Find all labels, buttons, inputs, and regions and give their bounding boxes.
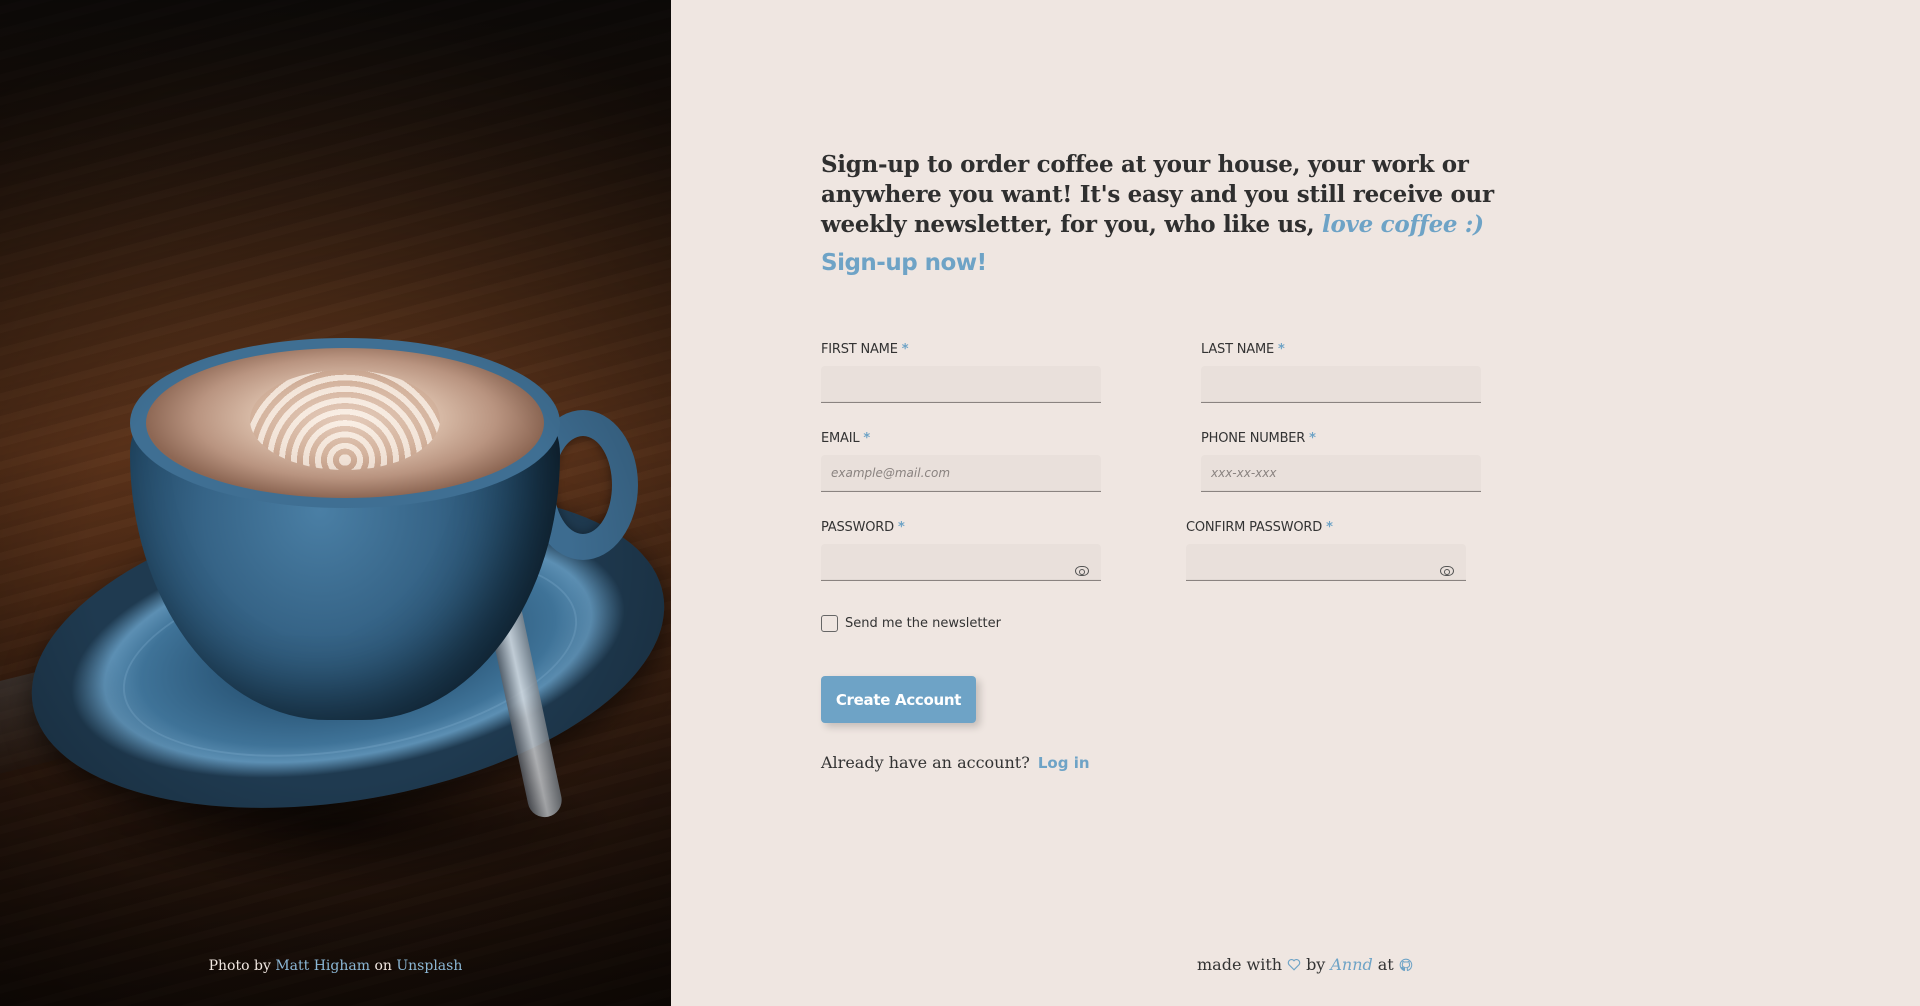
footer-at: at (1377, 955, 1394, 974)
password-label: PASSWORD * (821, 520, 905, 535)
required-marker: * (1278, 342, 1285, 357)
newsletter-option: Send me the newsletter (821, 615, 1001, 632)
first-name-label: FIRST NAME * (821, 342, 909, 357)
signup-content: Sign-up to order coffee at your house, y… (821, 150, 1541, 772)
intro-text: Sign-up to order coffee at your house, y… (821, 150, 1541, 240)
newsletter-label: Send me the newsletter (845, 616, 1001, 631)
create-account-button[interactable]: Create Account (821, 676, 976, 723)
login-prompt: Already have an account? Log in (821, 753, 1090, 772)
photo-vignette (0, 0, 671, 1006)
first-name-field: FIRST NAME * (821, 342, 1101, 403)
photo-author-link[interactable]: Matt Higham (275, 958, 370, 974)
footer-author-link[interactable]: Annd (1330, 955, 1372, 974)
photo-credit-on: on (374, 958, 392, 974)
required-marker: * (863, 431, 871, 446)
last-name-input[interactable] (1201, 366, 1481, 403)
last-name-label: LAST NAME * (1201, 342, 1285, 357)
required-marker: * (901, 342, 909, 357)
confirm-password-wrapper (1186, 544, 1466, 581)
required-marker: * (1309, 431, 1316, 446)
confirm-password-input[interactable] (1186, 544, 1466, 581)
phone-input[interactable] (1201, 455, 1481, 492)
heart-icon (1287, 958, 1301, 971)
photo-source-link[interactable]: Unsplash (396, 958, 462, 974)
footer-by: by (1306, 955, 1326, 974)
signup-title: Sign-up now! (821, 250, 987, 276)
password-input[interactable] (821, 544, 1101, 581)
footer-made-with: made with (1197, 955, 1283, 974)
last-name-field: LAST NAME * (1201, 342, 1481, 403)
github-icon[interactable] (1399, 958, 1413, 972)
coffee-photo: Photo by Matt Higham on Unsplash (0, 0, 671, 1006)
required-marker: * (897, 520, 905, 535)
eye-icon[interactable] (1440, 566, 1454, 576)
phone-label: PHONE NUMBER * (1201, 431, 1316, 446)
intro-highlight: love coffee :) (1322, 211, 1484, 238)
newsletter-checkbox[interactable] (821, 615, 838, 632)
photo-credit-prefix: Photo by (208, 958, 271, 974)
password-field: PASSWORD * (821, 520, 1101, 581)
email-field: EMAIL * (821, 431, 1101, 492)
login-prompt-text: Already have an account? (821, 753, 1030, 772)
email-label: EMAIL * (821, 431, 871, 446)
footer: made with by Annd at (1197, 955, 1413, 974)
required-marker: * (1326, 520, 1333, 535)
eye-icon[interactable] (1075, 566, 1089, 576)
email-input[interactable] (821, 455, 1101, 492)
photo-credit: Photo by Matt Higham on Unsplash (0, 958, 671, 974)
phone-field: PHONE NUMBER * (1201, 431, 1481, 492)
confirm-password-label: CONFIRM PASSWORD * (1186, 520, 1333, 535)
first-name-input[interactable] (821, 366, 1101, 403)
confirm-password-field: CONFIRM PASSWORD * (1186, 520, 1466, 581)
login-link[interactable]: Log in (1038, 754, 1090, 772)
password-wrapper (821, 544, 1101, 581)
